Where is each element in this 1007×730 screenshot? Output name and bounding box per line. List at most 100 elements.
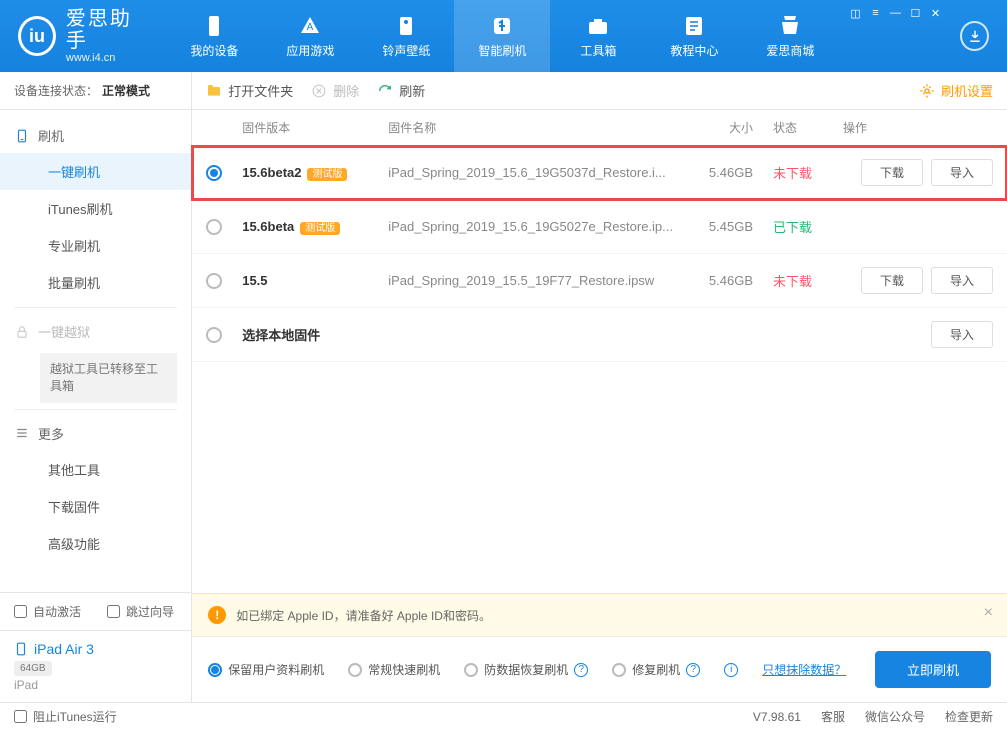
sidebar-item-flash-0[interactable]: 一键刷机: [0, 153, 191, 190]
erase-data-link[interactable]: 只想抹除数据？: [762, 661, 846, 678]
firmware-row[interactable]: 选择本地固件 导入: [192, 308, 1007, 362]
nav-label: 爱思商城: [766, 42, 814, 59]
nav-icon: [394, 14, 418, 38]
svg-text:A: A: [307, 22, 314, 33]
sidebar-item-more-2[interactable]: 高级功能: [0, 525, 191, 562]
nav-label: 应用游戏: [286, 42, 334, 59]
flash-settings-button[interactable]: 刷机设置: [919, 81, 993, 100]
main-panel: 打开文件夹 删除 刷新 刷机设置 固件版本 固件名称 大小 状态 操作: [192, 72, 1007, 702]
table-header: 固件版本 固件名称 大小 状态 操作: [192, 110, 1007, 146]
option-label: 修复刷机: [632, 661, 680, 678]
firmware-version: 15.6beta2测试版: [242, 165, 382, 180]
title-bar: iu 爱思助手 www.i4.cn 我的设备A应用游戏铃声壁纸智能刷机工具箱教程…: [0, 0, 1007, 72]
download-button[interactable]: 下载: [861, 159, 923, 186]
block-itunes-label: 阻止iTunes运行: [33, 708, 117, 725]
nav-item-3[interactable]: 智能刷机: [454, 0, 550, 72]
row-radio[interactable]: [206, 165, 222, 181]
window-menu-icon[interactable]: ≡: [866, 6, 884, 20]
skip-guide-checkbox[interactable]: [107, 605, 120, 618]
nav-item-6[interactable]: 爱思商城: [742, 0, 838, 72]
firmware-status: 未下载: [753, 271, 833, 290]
sidebar-group-flash[interactable]: 刷机: [0, 118, 191, 153]
block-itunes-option[interactable]: 阻止iTunes运行: [14, 708, 117, 725]
skip-guide-label: 跳过向导: [126, 603, 174, 620]
flash-settings-label: 刷机设置: [941, 81, 993, 100]
delete-button: 删除: [311, 81, 359, 100]
wechat-link[interactable]: 微信公众号: [865, 708, 925, 725]
import-button[interactable]: 导入: [931, 159, 993, 186]
sidebar: 设备连接状态： 正常模式 刷机 一键刷机iTunes刷机专业刷机批量刷机 一键越…: [0, 72, 192, 702]
flash-option-0[interactable]: 保留用户资料刷机: [208, 661, 324, 678]
device-info[interactable]: iPad Air 3 64GB iPad: [0, 630, 191, 702]
refresh-button[interactable]: 刷新: [377, 81, 425, 100]
sidebar-item-more-1[interactable]: 下载固件: [0, 488, 191, 525]
import-button[interactable]: 导入: [931, 321, 993, 348]
option-radio[interactable]: [612, 663, 626, 677]
nav-label: 铃声壁纸: [382, 42, 430, 59]
sidebar-options: 自动激活 跳过向导: [0, 592, 191, 630]
window-maximize-icon[interactable]: ☐: [906, 6, 924, 20]
flash-option-3[interactable]: 修复刷机?: [612, 661, 700, 678]
window-minimize-icon[interactable]: —: [886, 6, 904, 20]
folder-icon: [206, 83, 222, 99]
sidebar-group-jailbreak: 一键越狱: [0, 314, 191, 349]
firmware-version: 15.5: [242, 273, 382, 288]
info-icon[interactable]: ?: [574, 663, 588, 677]
firmware-row[interactable]: 15.6beta2测试版 iPad_Spring_2019_15.6_19G50…: [192, 146, 1007, 200]
block-itunes-checkbox[interactable]: [14, 710, 27, 723]
app-url: www.i4.cn: [66, 52, 149, 64]
flash-options: 保留用户资料刷机常规快速刷机防数据恢复刷机?修复刷机? i 只想抹除数据？ 立即…: [192, 636, 1007, 702]
firmware-status: 未下载: [753, 163, 833, 182]
nav-item-4[interactable]: 工具箱: [550, 0, 646, 72]
delete-label: 删除: [333, 81, 359, 100]
sidebar-item-flash-1[interactable]: iTunes刷机: [0, 190, 191, 227]
firmware-row[interactable]: 15.6beta测试版 iPad_Spring_2019_15.6_19G502…: [192, 200, 1007, 254]
notice-close-icon[interactable]: ×: [984, 604, 993, 622]
window-close-icon[interactable]: ✕: [926, 6, 944, 20]
beta-badge: 测试版: [307, 168, 347, 181]
window-controls: ◫ ≡ — ☐ ✕: [838, 0, 952, 26]
option-label: 防数据恢复刷机: [484, 661, 568, 678]
auto-activate-checkbox[interactable]: [14, 605, 27, 618]
open-folder-label: 打开文件夹: [228, 81, 293, 100]
nav-item-2[interactable]: 铃声壁纸: [358, 0, 454, 72]
nav-icon: [490, 14, 514, 38]
customer-service-link[interactable]: 客服: [821, 708, 845, 725]
refresh-label: 刷新: [399, 81, 425, 100]
firmware-filename: iPad_Spring_2019_15.5_19F77_Restore.ipsw: [382, 273, 673, 288]
nav-item-5[interactable]: 教程中心: [646, 0, 742, 72]
status-value: 正常模式: [102, 82, 150, 99]
window-layout-icon[interactable]: ◫: [846, 6, 864, 20]
download-button[interactable]: 下载: [861, 267, 923, 294]
nav-item-0[interactable]: 我的设备: [166, 0, 262, 72]
row-radio[interactable]: [206, 219, 222, 235]
option-radio[interactable]: [464, 663, 478, 677]
flash-now-button[interactable]: 立即刷机: [875, 651, 991, 688]
firmware-table: 15.6beta2测试版 iPad_Spring_2019_15.6_19G50…: [192, 146, 1007, 593]
flash-option-2[interactable]: 防数据恢复刷机?: [464, 661, 588, 678]
sidebar-group-label: 一键越狱: [38, 322, 90, 341]
sidebar-item-flash-2[interactable]: 专业刷机: [0, 227, 191, 264]
status-label: 设备连接状态：: [14, 82, 98, 99]
check-update-link[interactable]: 检查更新: [945, 708, 993, 725]
open-folder-button[interactable]: 打开文件夹: [206, 81, 293, 100]
nav-label: 教程中心: [670, 42, 718, 59]
option-radio[interactable]: [348, 663, 362, 677]
row-radio[interactable]: [206, 327, 222, 343]
info-icon[interactable]: ?: [686, 663, 700, 677]
sidebar-group-more[interactable]: 更多: [0, 416, 191, 451]
nav-item-1[interactable]: A 应用游戏: [262, 0, 358, 72]
firmware-filename: iPad_Spring_2019_15.6_19G5027e_Restore.i…: [382, 219, 673, 234]
device-icon: [14, 642, 28, 656]
sidebar-item-more-0[interactable]: 其他工具: [0, 451, 191, 488]
col-ops: 操作: [833, 119, 993, 136]
import-button[interactable]: 导入: [931, 267, 993, 294]
download-manager-icon[interactable]: [960, 21, 989, 51]
info-icon[interactable]: i: [724, 663, 738, 677]
flash-option-1[interactable]: 常规快速刷机: [348, 661, 440, 678]
sidebar-item-flash-3[interactable]: 批量刷机: [0, 264, 191, 301]
option-radio[interactable]: [208, 663, 222, 677]
firmware-row[interactable]: 15.5 iPad_Spring_2019_15.5_19F77_Restore…: [192, 254, 1007, 308]
option-label: 保留用户资料刷机: [228, 661, 324, 678]
row-radio[interactable]: [206, 273, 222, 289]
